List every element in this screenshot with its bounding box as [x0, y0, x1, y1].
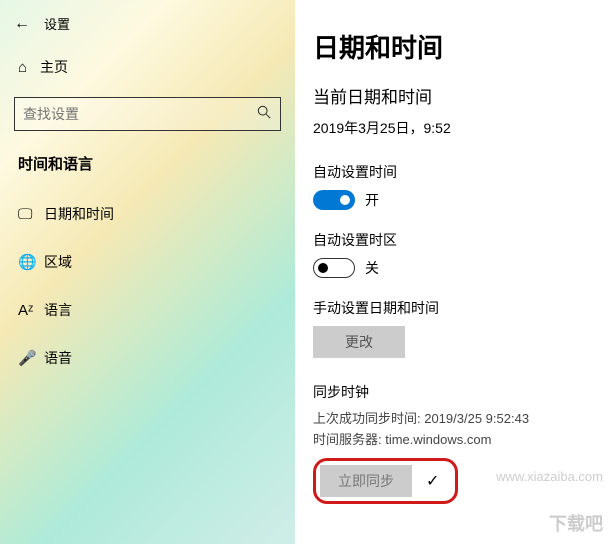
sidebar-section-title: 时间和语言: [0, 149, 295, 190]
watermark-url: www.xiazaiba.com: [496, 469, 603, 484]
home-nav[interactable]: ⌂ 主页: [0, 47, 295, 89]
search-icon[interactable]: [248, 105, 280, 123]
sidebar-item-label: 语言: [44, 300, 72, 320]
sidebar-item-language[interactable]: Aᶻ 语言: [0, 286, 295, 334]
settings-sidebar: ← 设置 ⌂ 主页 时间和语言 🖵 日期和时间 🌐 区域 Aᶻ 语言 🎤 语音: [0, 0, 295, 544]
checkmark-icon: ✓: [426, 471, 439, 491]
sidebar-header: ← 设置: [0, 8, 295, 47]
sync-server: 时间服务器: time.windows.com: [313, 429, 611, 448]
search-box[interactable]: [14, 97, 281, 131]
microphone-icon: 🎤: [18, 349, 44, 367]
search-input[interactable]: [15, 106, 248, 122]
language-icon: Aᶻ: [18, 302, 44, 319]
sidebar-item-label: 日期和时间: [44, 204, 114, 224]
sidebar-item-speech[interactable]: 🎤 语音: [0, 334, 295, 382]
sync-button-highlight: 立即同步 ✓: [313, 458, 458, 504]
window-title: 设置: [44, 14, 70, 33]
sidebar-item-label: 区域: [44, 252, 72, 272]
sync-now-button[interactable]: 立即同步: [320, 465, 412, 497]
sidebar-item-region[interactable]: 🌐 区域: [0, 238, 295, 286]
sidebar-item-datetime[interactable]: 🖵 日期和时间: [0, 190, 295, 238]
auto-time-toggle[interactable]: [313, 190, 355, 210]
back-arrow-icon[interactable]: ←: [14, 15, 30, 33]
home-label: 主页: [40, 57, 68, 77]
main-panel: 日期和时间 当前日期和时间 2019年3月25日，9:52 自动设置时间 开 自…: [295, 0, 611, 544]
watermark-brand: 下载吧: [549, 510, 603, 536]
auto-time-label: 自动设置时间: [313, 162, 611, 182]
auto-time-state: 开: [365, 190, 379, 210]
page-title: 日期和时间: [313, 28, 611, 65]
change-button[interactable]: 更改: [313, 326, 405, 358]
home-icon: ⌂: [18, 59, 40, 76]
sync-last-time: 上次成功同步时间: 2019/3/25 9:52:43: [313, 408, 611, 427]
sync-clock-title: 同步时钟: [313, 382, 611, 402]
calendar-clock-icon: 🖵: [18, 206, 44, 223]
auto-tz-toggle[interactable]: [313, 258, 355, 278]
auto-tz-state: 关: [365, 258, 379, 278]
globe-icon: 🌐: [18, 253, 44, 271]
auto-tz-label: 自动设置时区: [313, 230, 611, 250]
sidebar-item-label: 语音: [44, 348, 72, 368]
current-datetime-value: 2019年3月25日，9:52: [313, 118, 611, 138]
manual-set-label: 手动设置日期和时间: [313, 298, 611, 318]
current-datetime-label: 当前日期和时间: [313, 83, 611, 108]
